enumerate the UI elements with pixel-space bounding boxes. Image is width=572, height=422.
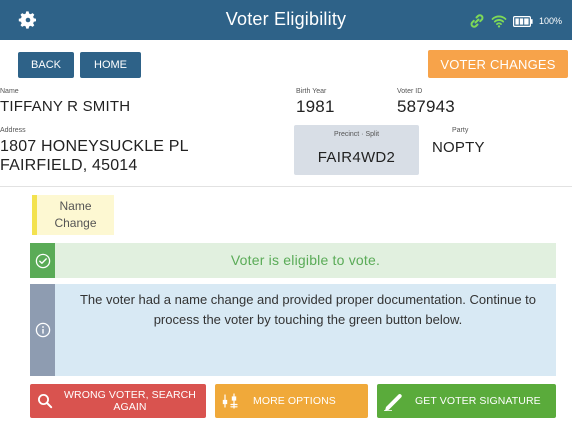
address-label: Address: [0, 127, 26, 134]
wrong-voter-search-button[interactable]: WRONG VOTER, SEARCH AGAIN: [30, 384, 206, 418]
name-change-line1: Name: [59, 199, 92, 213]
birth-year: 1981: [296, 97, 335, 116]
name-label: Name: [0, 88, 19, 95]
battery-icon: [512, 15, 533, 27]
eligibility-banner: Voter is eligible to vote.: [30, 243, 556, 278]
voter-changes-button[interactable]: VOTER CHANGES: [428, 50, 568, 78]
name-change-line2: Change: [54, 216, 97, 230]
voter-name: TIFFANY R SMITH: [0, 98, 131, 115]
sliders-icon: [222, 393, 238, 409]
wifi-icon: [491, 15, 507, 28]
wrong-voter-label-line1: WRONG VOTER, SEARCH: [64, 389, 196, 401]
home-button[interactable]: HOME: [80, 52, 141, 78]
app-header: Voter Eligibility 100%: [0, 0, 572, 40]
party-value: NOPTY: [432, 139, 485, 156]
voter-id: 587943: [397, 97, 455, 116]
more-options-button[interactable]: MORE OPTIONS: [215, 384, 368, 418]
address-line1: 1807 HONEYSUCKLE PL: [0, 138, 189, 155]
section-divider: [0, 186, 572, 187]
precinct-split-label: Precinct · Split: [333, 131, 380, 138]
name-change-badge: Name Change: [32, 195, 114, 235]
info-panel: The voter had a name change and provided…: [30, 284, 556, 376]
address-line2: FAIRFIELD, 45014: [0, 157, 138, 174]
birth-year-label: Birth Year: [296, 88, 327, 95]
status-area: 100%: [469, 12, 562, 30]
action-bar: WRONG VOTER, SEARCH AGAIN MORE OPTIONS G…: [0, 384, 572, 422]
info-icon: [35, 322, 50, 338]
eligibility-message: Voter is eligible to vote.: [230, 252, 381, 268]
party-label: Party: [452, 127, 469, 134]
search-icon: [38, 394, 53, 409]
get-voter-signature-button[interactable]: GET VOTER SIGNATURE: [377, 384, 556, 418]
battery-percent: 100%: [538, 16, 562, 26]
voter-id-label: Voter ID: [397, 88, 423, 95]
precinct-split-value: FAIR4WD2: [317, 149, 396, 166]
back-button[interactable]: BACK: [18, 52, 74, 78]
more-options-label: MORE OPTIONS: [253, 395, 336, 407]
link-icon: [470, 14, 484, 28]
pen-icon: [384, 394, 402, 411]
check-circle-icon: [35, 253, 50, 268]
precinct-split-box: Precinct · Split FAIR4WD2: [294, 125, 419, 175]
get-voter-signature-label: GET VOTER SIGNATURE: [415, 395, 541, 407]
info-message: The voter had a name change and provided…: [79, 292, 537, 327]
wrong-voter-label-line2: AGAIN: [113, 401, 147, 413]
